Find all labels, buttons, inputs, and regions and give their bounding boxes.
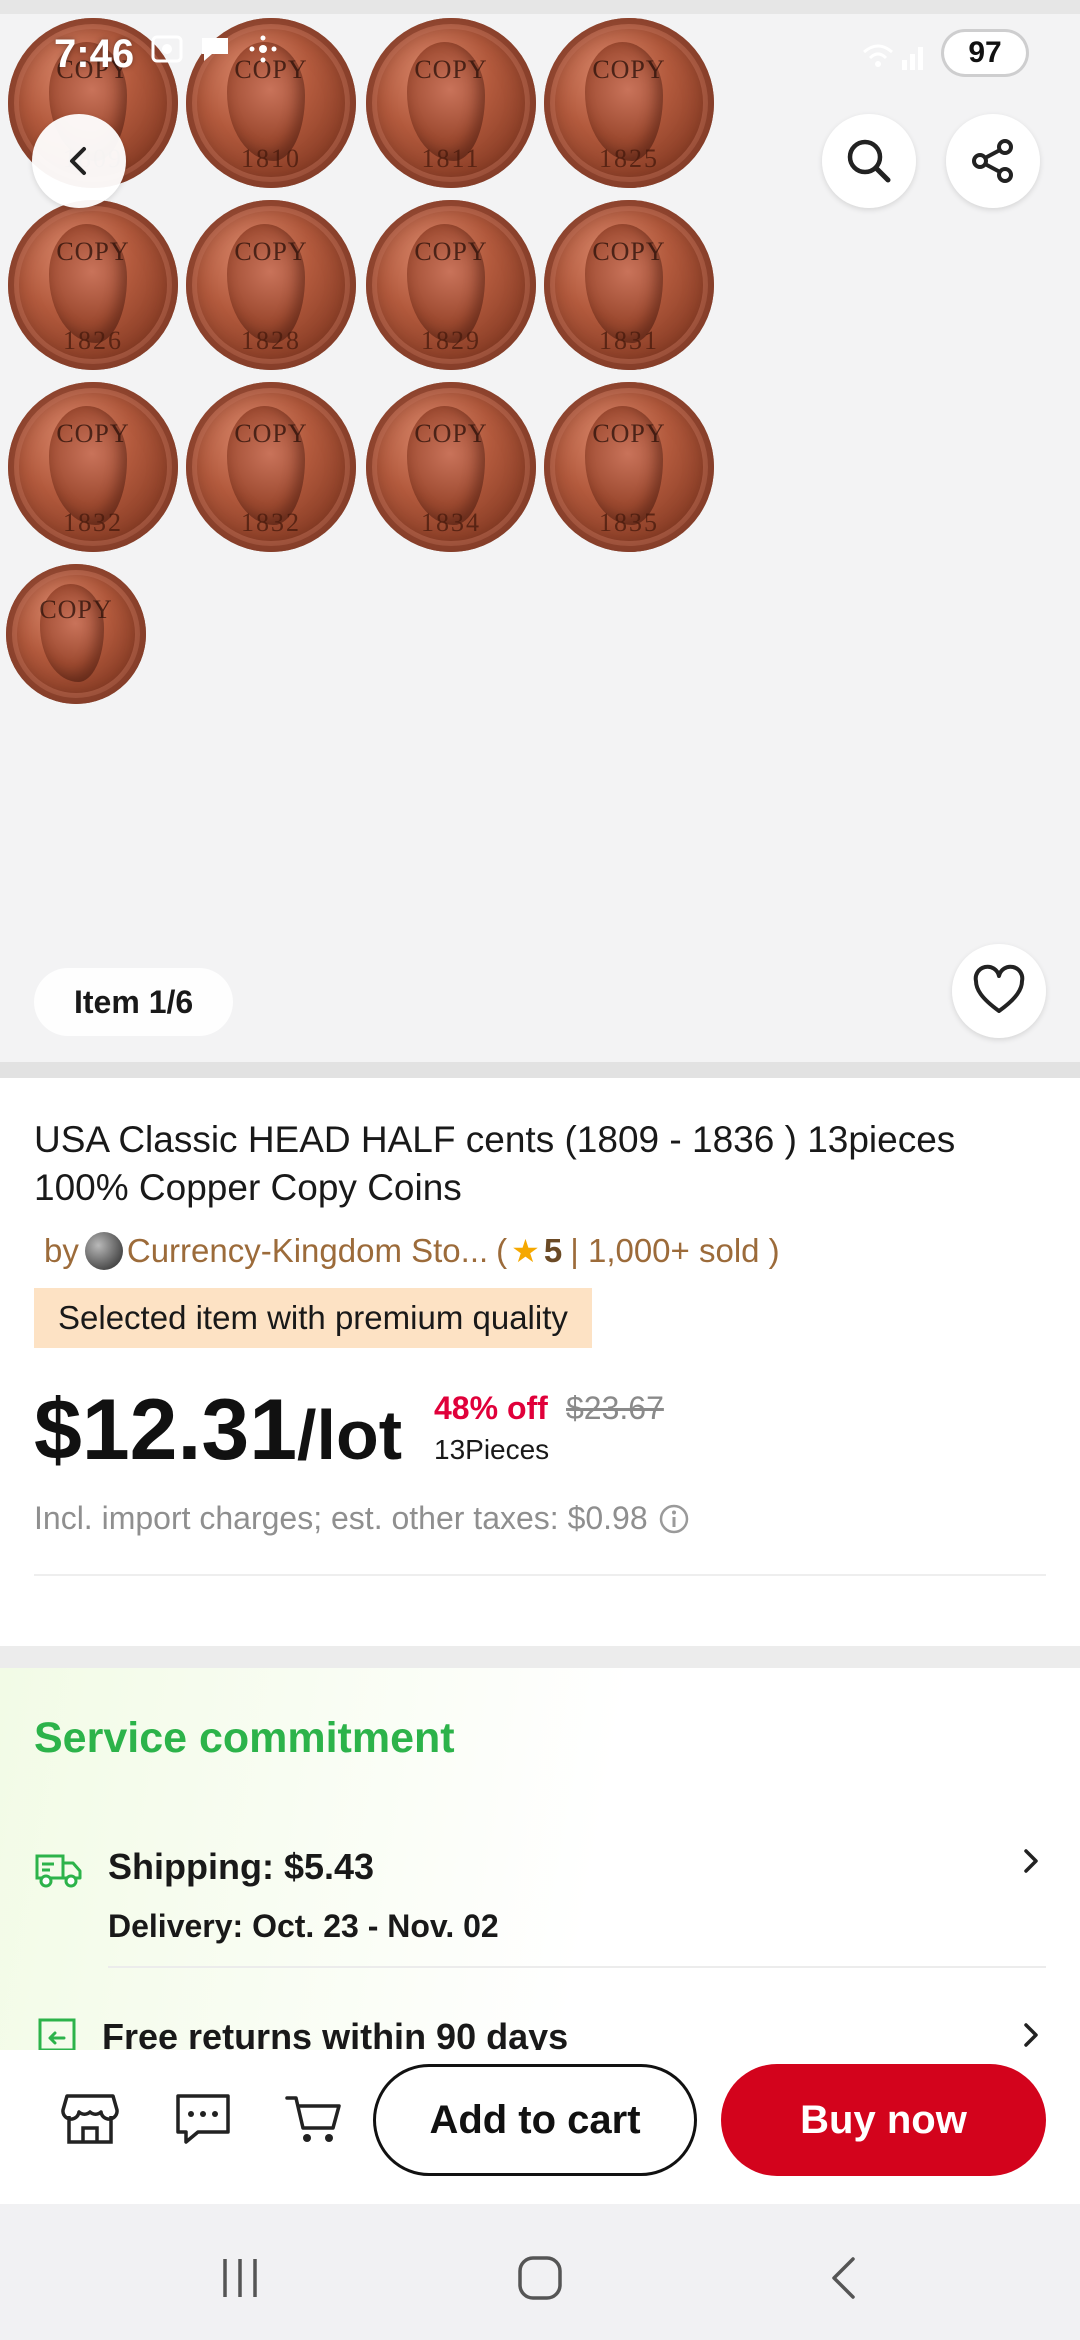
star-icon: ★ — [511, 1233, 540, 1269]
coin-year: 1829 — [421, 326, 481, 356]
share-button[interactable] — [946, 114, 1040, 208]
coin-year: 1828 — [241, 326, 301, 356]
info-icon[interactable] — [658, 1503, 690, 1535]
coin-copy-stamp: COPY — [234, 419, 308, 449]
screenshot-icon — [150, 32, 184, 66]
cart-button[interactable] — [281, 2086, 347, 2152]
message-icon — [176, 2094, 230, 2144]
coin-year: 1832 — [63, 508, 123, 538]
coin-image: COPY 1835 — [544, 382, 714, 552]
coin-image: COPY 1834 — [366, 382, 536, 552]
delivery-date: Delivery: Oct. 23 - Nov. 02 — [108, 1908, 499, 1944]
chevron-right-icon — [1024, 2023, 1038, 2047]
premium-quality-badge: Selected item with premium quality — [34, 1288, 592, 1348]
heart-icon — [973, 964, 1025, 1013]
search-button[interactable] — [822, 114, 916, 208]
status-time: 7:46 — [54, 32, 135, 76]
tax-text: Incl. import charges; est. other taxes: … — [34, 1500, 648, 1536]
coin-year: 1831 — [599, 326, 659, 356]
status-notification-icons — [150, 32, 280, 66]
coin-year: 1832 — [241, 508, 301, 538]
seller-name[interactable]: Currency-Kingdom Sto... — [127, 1232, 488, 1270]
coin-image: COPY 1829 — [366, 200, 536, 370]
divider — [34, 1574, 1046, 1576]
seller-rating: 5 — [543, 1232, 563, 1269]
coin-image: COPY — [6, 564, 146, 704]
seller-open-paren: ( — [496, 1232, 508, 1269]
message-button[interactable] — [170, 2086, 236, 2152]
status-bar: 7:46 97 — [0, 14, 1080, 86]
discount-label: 48% off — [434, 1390, 548, 1426]
service-heading: Service commitment — [34, 1714, 455, 1762]
item-counter: Item 1/6 — [34, 968, 234, 1036]
coin-copy-stamp: COPY — [39, 594, 113, 624]
coin-copy-stamp: COPY — [414, 237, 488, 267]
store-button[interactable] — [57, 2086, 123, 2152]
price-value: $12.31 — [34, 1382, 298, 1478]
coin-image: COPY 1826 — [8, 200, 178, 370]
coin-copy-stamp: COPY — [56, 237, 130, 267]
coin-year: 1835 — [599, 508, 659, 538]
bottom-action-bar: Add to cart Buy now — [0, 2050, 1080, 2204]
coin-year: 1825 — [599, 144, 659, 174]
chevron-right-icon — [1024, 1849, 1038, 1873]
system-back-button[interactable] — [815, 2248, 875, 2308]
tax-info[interactable]: Incl. import charges; est. other taxes: … — [34, 1500, 690, 1537]
service-commitment-section: Service commitment Shipping: $5.43 Deliv… — [0, 1668, 1080, 2068]
section-divider — [0, 1646, 1080, 1668]
coin-copy-stamp: COPY — [592, 237, 666, 267]
coin-copy-stamp: COPY — [234, 237, 308, 267]
coin-copy-stamp: COPY — [56, 419, 130, 449]
coin-copy-stamp: COPY — [592, 419, 666, 449]
coin-year: 1826 — [63, 326, 123, 356]
shipping-row[interactable]: Shipping: $5.43 Delivery: Oct. 23 - Nov.… — [34, 1838, 1046, 1948]
delivery-truck-icon — [35, 1854, 82, 1888]
chat-bubble-icon — [198, 32, 232, 66]
sparkle-icon — [246, 32, 280, 66]
system-back-icon — [832, 2257, 855, 2299]
coin-copy-stamp: COPY — [414, 419, 488, 449]
wifi-signal-icon — [860, 38, 930, 72]
chevron-left-icon — [70, 147, 86, 175]
store-icon — [61, 2094, 119, 2144]
add-to-cart-button[interactable]: Add to cart — [373, 2064, 697, 2176]
system-navigation-bar — [0, 2204, 1080, 2340]
pieces-label: 13Pieces — [434, 1434, 550, 1465]
home-button[interactable] — [510, 2248, 570, 2308]
share-icon — [972, 139, 1013, 183]
back-button[interactable] — [32, 114, 126, 208]
original-price: $23.67 — [566, 1390, 664, 1426]
section-divider — [0, 1062, 1080, 1078]
seller-prefix: by — [44, 1232, 79, 1269]
divider — [108, 1966, 1046, 1968]
sold-count: | 1,000+ sold ) — [570, 1232, 780, 1269]
coin-year: 1810 — [241, 144, 301, 174]
seller-avatar — [84, 1232, 123, 1270]
price-unit: /lot — [297, 1396, 403, 1474]
buy-now-button[interactable]: Buy now — [721, 2064, 1046, 2176]
shipping-label: Shipping: $5.43 — [108, 1846, 375, 1887]
seller-row[interactable]: by Currency-Kingdom Sto... ( ★ 5 | 1,000… — [44, 1232, 780, 1270]
coin-image: COPY 1832 — [8, 382, 178, 552]
coin-year: 1834 — [421, 508, 481, 538]
recent-apps-button[interactable] — [210, 2248, 270, 2308]
product-image-gallery[interactable]: COPY1809COPY1810COPY1811COPY1825COPY1826… — [0, 0, 1080, 1062]
wishlist-button[interactable] — [952, 944, 1046, 1038]
home-icon — [518, 2256, 562, 2300]
battery-indicator: 97 — [944, 32, 1026, 74]
coin-image: COPY 1831 — [544, 200, 714, 370]
coin-image: COPY 1832 — [186, 382, 356, 552]
product-title: USA Classic HEAD HALF cents (1809 - 1836… — [34, 1119, 956, 1208]
price: $12.31/lot — [34, 1380, 402, 1485]
recent-apps-icon — [223, 2259, 257, 2297]
top-strip — [0, 0, 1080, 14]
search-icon — [847, 139, 891, 183]
cart-icon — [285, 2096, 341, 2142]
coin-year: 1811 — [421, 144, 481, 174]
coin-image: COPY 1828 — [186, 200, 356, 370]
